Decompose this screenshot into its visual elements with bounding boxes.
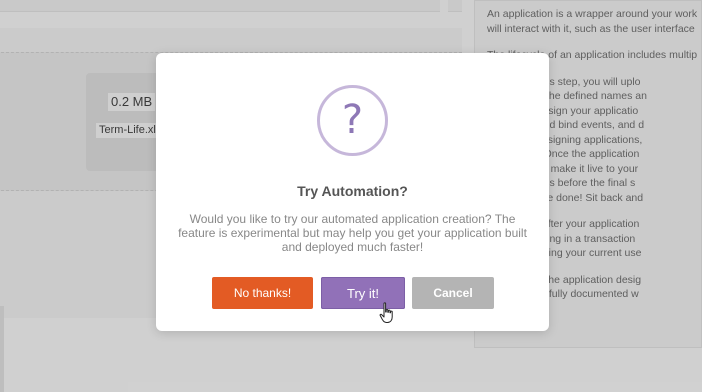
cancel-button[interactable]: Cancel (412, 277, 494, 309)
dialog-title: Try Automation? (297, 183, 408, 199)
try-automation-dialog: ? Try Automation? Would you like to try … (156, 53, 549, 331)
no-thanks-button[interactable]: No thanks! (212, 277, 313, 309)
dialog-message: Would you like to try our automated appl… (178, 212, 527, 254)
hand-pointer-cursor-icon (379, 302, 393, 323)
question-mark-icon: ? (317, 85, 388, 156)
